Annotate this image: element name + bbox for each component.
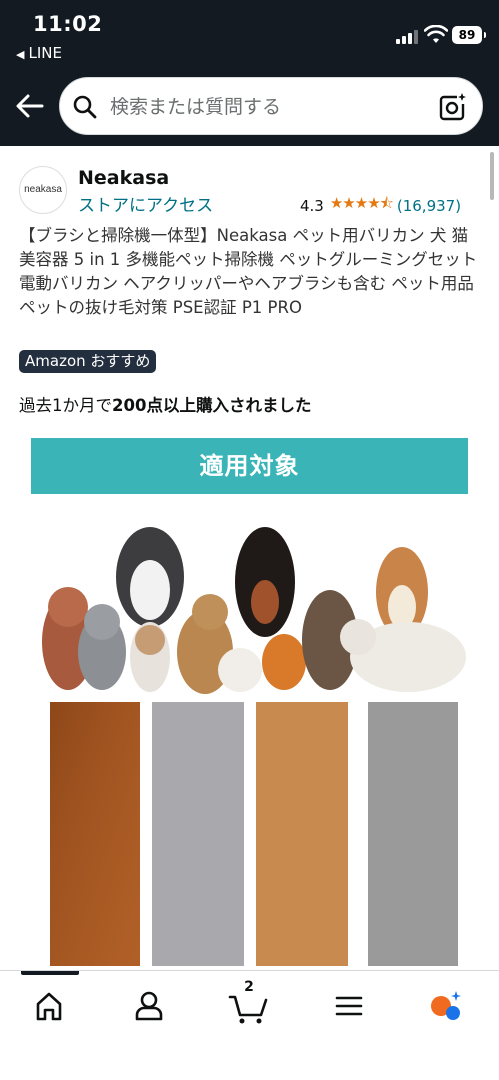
product-image[interactable] — [30, 512, 470, 970]
purchase-stat: 過去1か月で200点以上購入されました — [19, 392, 311, 416]
product-title: 【ブラシと掃除機一体型】Neakasa ペット用バリカン 犬 猫美容器 5 in… — [19, 226, 478, 317]
menu-icon[interactable] — [324, 985, 374, 1025]
applicable-banner: 適用対象 — [31, 438, 468, 494]
battery-indicator: 89 — [452, 26, 486, 44]
camera-search-icon[interactable] — [438, 92, 468, 122]
back-triangle-icon: ◀ — [16, 48, 25, 61]
account-icon[interactable] — [124, 985, 174, 1025]
back-app-label: LINE — [28, 44, 62, 62]
amazon-choice-badge: Amazon おすすめ — [19, 350, 157, 373]
purchase-stat-prefix: 過去1か月で — [19, 396, 112, 415]
wifi-icon — [424, 25, 448, 43]
rating-summary[interactable]: 4.3 ★★★★⯪ (16,937) — [300, 193, 461, 218]
back-to-app-link[interactable]: ◀ LINE — [16, 44, 62, 62]
brand-logo[interactable]: neakasa — [19, 166, 67, 214]
signal-icon — [396, 28, 418, 44]
search-icon — [73, 95, 97, 119]
home-icon[interactable] — [24, 985, 74, 1025]
search-input[interactable] — [110, 92, 430, 122]
review-count[interactable]: (16,937) — [397, 197, 461, 215]
star-rating-icon: ★★★★⯪ — [329, 194, 394, 212]
cart-button[interactable]: 2 — [224, 979, 274, 1025]
visit-store-link[interactable]: ストアにアクセス — [78, 191, 213, 216]
rating-value: 4.3 — [300, 196, 324, 215]
brand-name[interactable]: Neakasa — [78, 167, 169, 189]
active-tab-indicator — [21, 971, 79, 975]
purchase-stat-count: 200点以上購入されました — [112, 396, 312, 415]
cart-count: 2 — [244, 979, 254, 995]
search-bar[interactable] — [59, 77, 483, 135]
bottom-navigation: 2 — [0, 970, 499, 1080]
scrollbar[interactable] — [490, 152, 494, 200]
top-header: 11:02 ◀ LINE 89 — [0, 0, 499, 146]
rufus-assistant-icon[interactable] — [422, 985, 472, 1025]
back-arrow-icon[interactable] — [14, 90, 46, 122]
status-time: 11:02 — [33, 12, 103, 36]
